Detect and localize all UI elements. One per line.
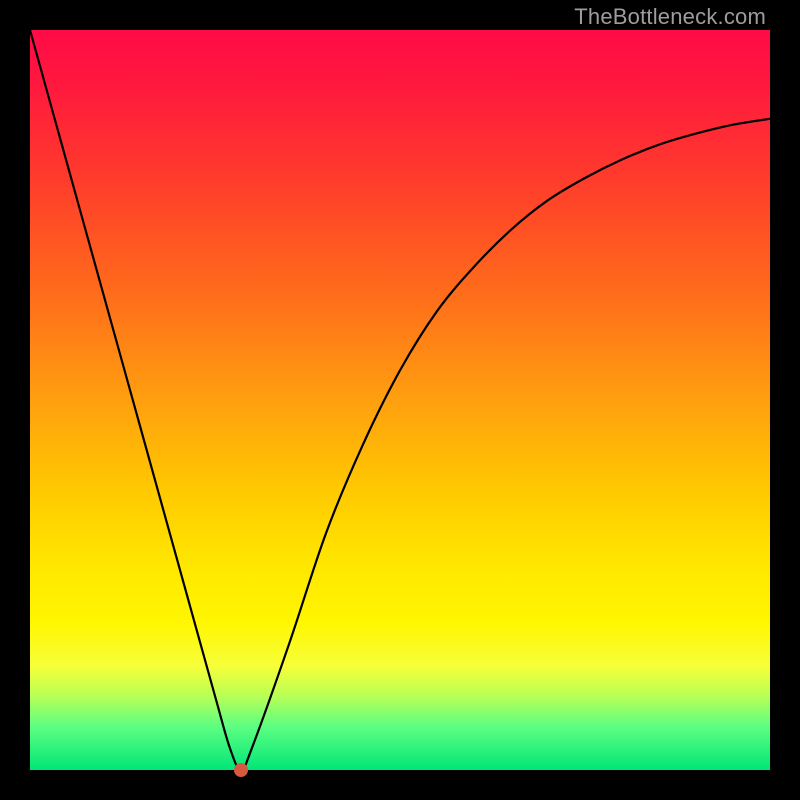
curve-path [30, 30, 770, 770]
plot-area [30, 30, 770, 770]
bottleneck-curve [30, 30, 770, 770]
chart-frame: TheBottleneck.com [0, 0, 800, 800]
indicator-dot [234, 763, 248, 777]
watermark-text: TheBottleneck.com [574, 4, 766, 30]
